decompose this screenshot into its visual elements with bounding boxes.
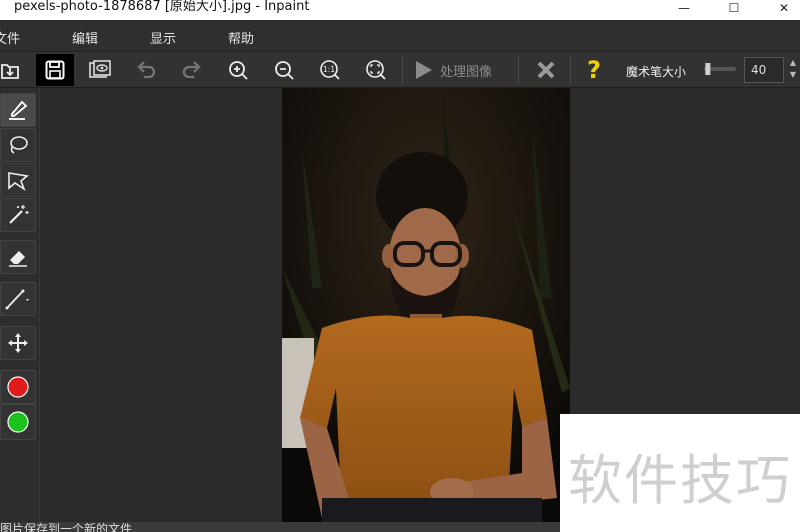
spin-up-button[interactable]: ▲ [786,58,800,70]
lasso-tool-button[interactable] [0,128,36,162]
marker-icon [9,100,28,120]
actual-size-button[interactable]: 1:1 [314,54,346,86]
line-tool-button[interactable] [0,282,36,316]
toolbar-separator [570,56,571,84]
menu-edit[interactable]: 编辑 [72,28,98,47]
green-marker-button[interactable] [0,404,36,440]
menu-file[interactable]: 文件 [0,28,20,47]
preview-button[interactable] [84,54,116,86]
maximize-icon: ☐ [728,1,740,15]
watermark-box: 软件技巧 [560,414,800,532]
menu-bar: 文件 编辑 显示 帮助 [0,20,800,52]
close-icon: ✕ [778,1,790,15]
cancel-button[interactable] [530,54,562,86]
eraser-icon [9,251,27,267]
redo-button[interactable] [176,54,208,86]
inpaint-app-window: pexels-photo-1878687 [原始大小].jpg - Inpain… [0,0,800,532]
polygon-lasso-icon [8,172,29,192]
title-bar: pexels-photo-1878687 [原始大小].jpg - Inpain… [0,0,800,20]
zoom-actual-label: 1:1 [323,65,335,74]
eraser-tool-button[interactable] [0,240,36,274]
magic-wand-tool-button[interactable] [0,198,36,232]
question-mark-icon: ? [587,56,601,84]
tool-panel [0,88,40,522]
help-button[interactable]: ? [578,54,610,86]
chevron-down-icon: ▼ [789,70,797,79]
polygon-lasso-tool-button[interactable] [0,163,36,197]
process-image-button[interactable]: 处理图像 [412,54,504,86]
save-button[interactable] [36,54,74,86]
main-toolbar: 1:1 处理图像 ? 魔术笔大小 [0,52,800,88]
zoom-actual-size-icon: 1:1 [320,60,340,80]
preview-icon [89,60,111,78]
brush-size-value: 40 [751,63,767,77]
undo-icon [137,61,156,79]
status-message: 图片保存到一个新的文件 [0,522,133,532]
zoom-out-button[interactable] [268,54,300,86]
magic-wand-icon [9,205,29,224]
close-x-icon [537,61,555,79]
brush-size-slider[interactable] [702,62,738,76]
brush-size-input[interactable]: 40 [744,57,784,83]
move-icon [8,333,28,353]
close-button[interactable]: ✕ [764,0,800,16]
zoom-in-icon [229,61,248,80]
lasso-icon [10,136,28,154]
toolbar-separator [402,56,403,84]
process-image-label: 处理图像 [440,64,493,80]
play-icon [416,61,432,79]
minimize-icon: — [678,1,690,15]
zoom-in-button[interactable] [222,54,254,86]
watermark-text: 软件技巧 [568,449,792,512]
menu-view[interactable]: 显示 [150,28,176,47]
chevron-up-icon: ▲ [789,58,797,67]
menu-help[interactable]: 帮助 [228,28,254,47]
save-icon [45,60,65,80]
edited-photo[interactable] [282,88,570,522]
minimize-button[interactable]: — [664,0,704,16]
line-icon [5,289,29,310]
window-title: pexels-photo-1878687 [原始大小].jpg - Inpain… [14,0,310,14]
redo-icon [182,61,201,79]
spin-down-button[interactable]: ▼ [786,70,800,82]
brush-size-label: 魔术笔大小 [626,65,687,79]
open-file-button[interactable] [0,54,26,86]
move-tool-button[interactable] [0,326,36,360]
slider-handle[interactable] [705,63,711,75]
zoom-fit-icon [366,60,386,80]
fit-window-button[interactable] [360,54,392,86]
red-circle-icon [7,376,29,398]
toolbar-separator [518,56,519,84]
green-circle-icon [7,411,29,433]
marker-tool-button[interactable] [0,93,36,127]
undo-button[interactable] [130,54,162,86]
maximize-button[interactable]: ☐ [714,0,754,16]
open-file-icon [1,64,19,79]
zoom-out-icon [275,61,294,80]
red-marker-button[interactable] [0,370,36,404]
